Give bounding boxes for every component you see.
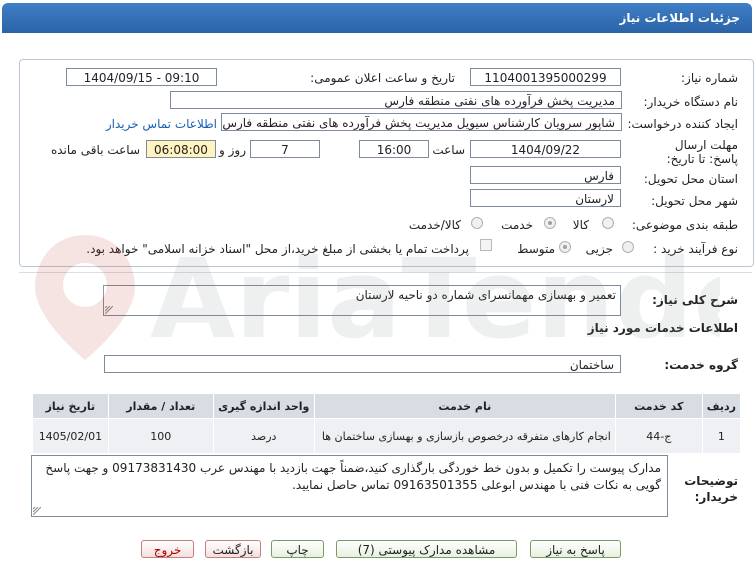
category-goods-label: کالا — [572, 218, 589, 232]
col-row: ردیف — [701, 393, 742, 419]
section-divider — [19, 272, 752, 273]
service-group-label: گروه خدمت: — [664, 358, 738, 372]
back-button[interactable]: بازگشت — [205, 540, 261, 558]
services-table: ردیف کد خدمت نام خدمت واحد اندازه گیری ت… — [32, 393, 742, 454]
resize-grip-icon[interactable] — [105, 306, 113, 314]
process-medium-label: متوسط — [517, 242, 555, 256]
process-minor-label: جزیی — [585, 242, 613, 256]
col-name: نام خدمت — [313, 393, 616, 419]
cell-quantity: 100 — [107, 418, 214, 454]
remaining-days-field: 7 — [250, 140, 320, 158]
deadline-time-label: ساعت — [432, 143, 465, 157]
treasury-payment-checkbox[interactable] — [480, 239, 492, 251]
col-quantity: تعداد / مقدار — [107, 393, 214, 419]
deadline-date-field: 1404/09/22 — [470, 140, 621, 158]
col-unit: واحد اندازه گیری — [212, 393, 315, 419]
delivery-city-field: لارستان — [470, 189, 621, 207]
print-button[interactable]: چاپ — [271, 540, 324, 558]
need-summary-label: شرح کلی نیاز: — [652, 293, 738, 307]
reply-to-need-button[interactable]: پاسخ به نیاز — [530, 540, 621, 558]
cell-need-date: 1405/02/01 — [32, 418, 109, 454]
category-goods-service-radio[interactable] — [471, 217, 483, 229]
remaining-days-label: روز و — [219, 143, 246, 157]
col-code: کد خدمت — [614, 393, 703, 419]
cell-code: ج-44 — [614, 418, 703, 454]
resize-grip-icon[interactable] — [33, 507, 41, 515]
category-service-label: خدمت — [501, 218, 533, 232]
remaining-time-label: ساعت باقی مانده — [50, 143, 140, 157]
services-table-wrapper: ردیف کد خدمت نام خدمت واحد اندازه گیری ت… — [32, 393, 742, 454]
table-row: 1 ج-44 انجام کارهای متفرقه درخصوص بازساز… — [32, 418, 742, 454]
buyer-notes-field: مدارک پیوست را تکمیل و بدون خط خوردگی با… — [31, 455, 668, 517]
page-title: جزئیات اطلاعات نیاز — [619, 11, 740, 25]
deadline-label: مهلت ارسال پاسخ: تا تاریخ: — [666, 138, 738, 166]
need-number-label: شماره نیاز: — [681, 71, 738, 85]
need-summary-field: تعمیر و بهسازی مهمانسرای شماره دو ناحیه … — [103, 285, 621, 316]
need-summary-text: تعمیر و بهسازی مهمانسرای شماره دو ناحیه … — [355, 288, 616, 302]
process-medium-radio[interactable] — [559, 241, 571, 253]
announce-datetime-field: 1404/09/15 - 09:10 — [66, 68, 217, 86]
cell-unit: درصد — [212, 418, 315, 454]
delivery-province-label: استان محل تحویل: — [643, 172, 738, 186]
deadline-time-field: 16:00 — [359, 140, 429, 158]
buyer-notes-label: توضیحات خریدار: — [684, 474, 738, 504]
col-need-date: تاریخ نیاز — [32, 393, 109, 419]
cell-row: 1 — [701, 418, 742, 454]
service-group-field: ساختمان — [104, 355, 621, 373]
buyer-name-field: مدیریت پخش فرآورده های نفتی منطقه فارس — [170, 91, 622, 109]
purchase-process-label: نوع فرآیند خرید : — [653, 242, 738, 256]
treasury-payment-note: پرداخت تمام یا بخشی از مبلغ خرید،از محل … — [86, 242, 469, 256]
announce-datetime-label: تاریخ و ساعت اعلان عمومی: — [310, 71, 455, 85]
request-creator-field: شاپور سرویان کارشناس سیویل مدیریت پخش فر… — [221, 113, 622, 131]
buyer-notes-text: مدارک پیوست را تکمیل و بدون خط خوردگی با… — [45, 461, 661, 492]
cell-name: انجام کارهای متفرقه درخصوص بازسازی و بهس… — [313, 418, 616, 454]
delivery-province-field: فارس — [470, 166, 621, 184]
category-goods-service-label: کالا/خدمت — [408, 218, 461, 232]
need-number-field: 1104001395000299 — [470, 68, 621, 86]
view-attachments-button[interactable]: مشاهده مدارک پیوستی (7) — [336, 540, 517, 558]
services-section-title: اطلاعات خدمات مورد نیاز — [587, 321, 738, 335]
services-table-header: ردیف کد خدمت نام خدمت واحد اندازه گیری ت… — [32, 393, 742, 419]
page-header: جزئیات اطلاعات نیاز — [2, 3, 752, 33]
category-service-radio[interactable] — [544, 217, 556, 229]
remaining-time-field: 06:08:00 — [146, 140, 216, 158]
process-minor-radio[interactable] — [622, 241, 634, 253]
exit-button[interactable]: خروج — [141, 540, 194, 558]
delivery-city-label: شهر محل تحویل: — [651, 194, 738, 208]
subject-category-label: طبقه بندی موضوعی: — [631, 218, 738, 232]
category-goods-radio[interactable] — [602, 217, 614, 229]
buyer-contact-link[interactable]: اطلاعات تماس خریدار — [106, 117, 217, 131]
request-creator-label: ایجاد کننده درخواست: — [627, 117, 738, 131]
buyer-name-label: نام دستگاه خریدار: — [643, 95, 739, 109]
